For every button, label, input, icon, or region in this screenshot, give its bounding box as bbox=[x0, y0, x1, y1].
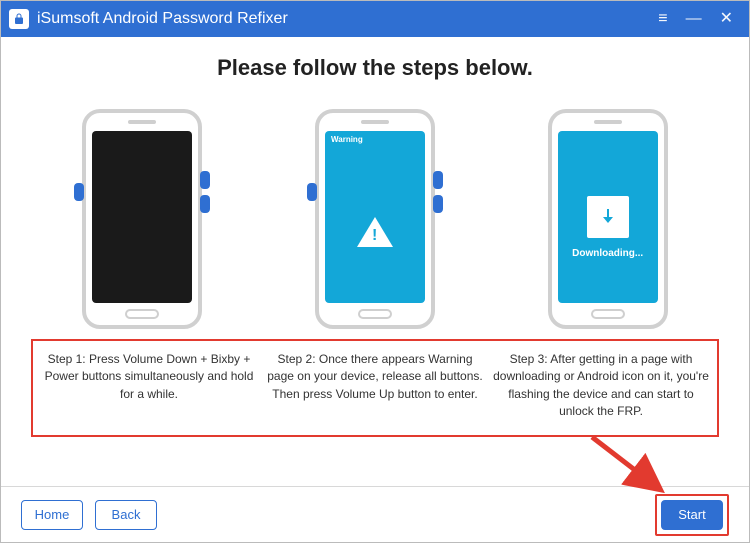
phone-button-left-icon bbox=[74, 183, 84, 201]
start-button-highlight: Start bbox=[655, 494, 729, 536]
window-controls: ≡ — ✕ bbox=[658, 11, 741, 27]
page-title: Please follow the steps below. bbox=[31, 55, 719, 81]
phone-button-right-icon bbox=[200, 171, 210, 189]
step-1 bbox=[31, 109, 254, 329]
lock-icon bbox=[13, 12, 25, 26]
content-area: Please follow the steps below. Warning bbox=[1, 37, 749, 437]
phone-button-right2-icon bbox=[433, 195, 443, 213]
phone-mock-step2: Warning bbox=[315, 109, 435, 329]
warning-triangle-icon bbox=[357, 217, 393, 247]
phone-button-left-icon bbox=[307, 183, 317, 201]
app-title: iSumsoft Android Password Refixer bbox=[37, 10, 658, 28]
phone-mock-step3: Downloading... bbox=[548, 109, 668, 329]
download-arrow-icon bbox=[596, 203, 620, 231]
close-button[interactable]: ✕ bbox=[720, 11, 733, 27]
phone-screen-off bbox=[92, 131, 192, 303]
start-button[interactable]: Start bbox=[661, 500, 723, 530]
steps-row: Warning Downloading... bbox=[31, 109, 719, 329]
titlebar: iSumsoft Android Password Refixer ≡ — ✕ bbox=[1, 1, 749, 37]
step-3-desc: Step 3: After getting in a page with dow… bbox=[493, 351, 709, 421]
phone-home-button-icon bbox=[358, 309, 392, 319]
step-3: Downloading... bbox=[496, 109, 719, 329]
phone-button-right2-icon bbox=[200, 195, 210, 213]
phone-screen-downloading: Downloading... bbox=[558, 131, 658, 303]
phone-mock-step1 bbox=[82, 109, 202, 329]
step-2-desc: Step 2: Once there appears Warning page … bbox=[267, 351, 483, 421]
phone-screen-warning: Warning bbox=[325, 131, 425, 303]
step-descriptions: Step 1: Press Volume Down + Bixby + Powe… bbox=[31, 339, 719, 437]
phone-home-button-icon bbox=[125, 309, 159, 319]
warning-label: Warning bbox=[331, 135, 363, 144]
home-button[interactable]: Home bbox=[21, 500, 83, 530]
step-1-desc: Step 1: Press Volume Down + Bixby + Powe… bbox=[41, 351, 257, 421]
phone-home-button-icon bbox=[591, 309, 625, 319]
footer-bar: Home Back Start bbox=[1, 486, 749, 542]
phone-button-right-icon bbox=[433, 171, 443, 189]
download-box bbox=[587, 196, 629, 238]
minimize-button[interactable]: — bbox=[686, 11, 702, 27]
menu-button[interactable]: ≡ bbox=[658, 11, 667, 27]
downloading-label: Downloading... bbox=[572, 248, 643, 259]
back-button[interactable]: Back bbox=[95, 500, 157, 530]
app-icon bbox=[9, 9, 29, 29]
step-2: Warning bbox=[264, 109, 487, 329]
